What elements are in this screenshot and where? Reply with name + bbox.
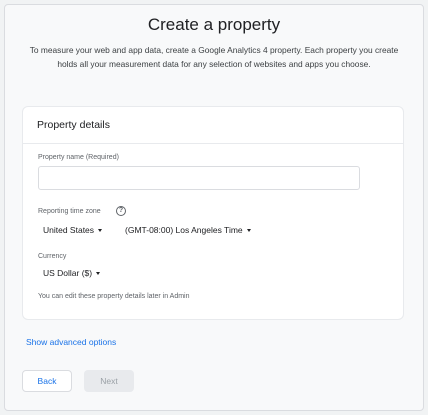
currency-label: Currency [38,253,67,260]
country-dropdown[interactable]: United States [43,225,103,235]
timezone-label: Reporting time zone [38,208,101,215]
caret-down-icon [98,228,103,232]
property-name-label: Property name (Required) [38,154,119,161]
timezone-dropdown[interactable]: (GMT-08:00) Los Angeles Time [125,225,251,235]
country-value: United States [43,225,95,235]
currency-dropdown[interactable]: US Dollar ($) [43,268,101,278]
timezone-value: (GMT-08:00) Los Angeles Time [125,225,243,235]
page-title: Create a property [147,15,281,34]
card-title: Property details [37,119,110,131]
card-header: Property details [23,107,403,144]
back-button[interactable]: Back [22,370,72,392]
property-details-card: Property details Property name (Required… [22,106,404,320]
currency-value: US Dollar ($) [43,268,93,278]
show-advanced-options-link[interactable]: Show advanced options [26,337,116,347]
help-circle-icon[interactable]: ? [116,206,126,216]
next-button[interactable]: Next [84,370,134,392]
edit-later-note: You can edit these property details late… [38,293,190,300]
property-name-input[interactable] [38,166,360,190]
page-description: To measure your web and app data, create… [29,45,399,69]
caret-down-icon [246,228,251,232]
caret-down-icon [96,271,101,275]
